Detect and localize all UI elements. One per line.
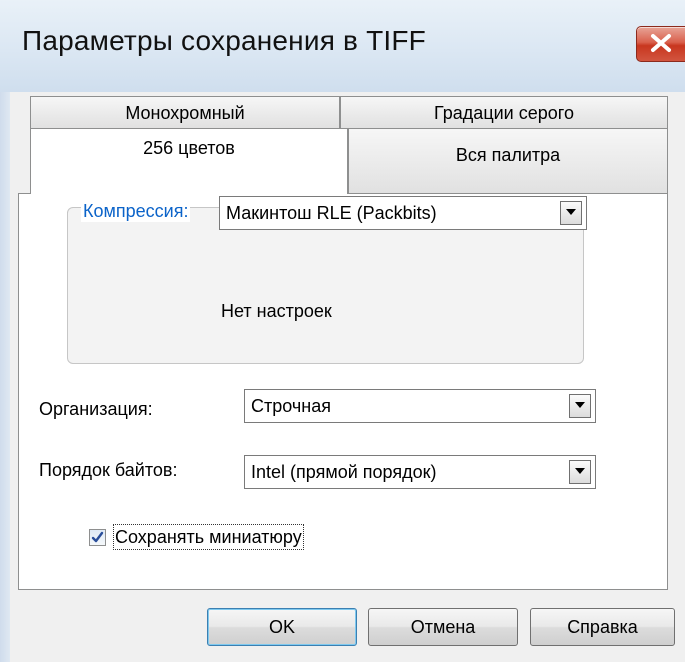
tab-monochrome[interactable]: Монохромный [30,96,340,128]
organization-label: Организация: [39,399,153,419]
byte-order-label: Порядок байтов: [39,460,178,480]
byte-order-value: Intel (прямой порядок) [251,462,437,482]
help-button[interactable]: Справка [530,608,675,646]
tab-full-palette[interactable]: Вся палитра [348,128,668,193]
tab-panel: Нет настроек Компрессия: Макинтош RLE (P… [18,193,668,590]
organization-select[interactable]: Строчная [244,389,596,423]
byte-order-dropdown-button[interactable] [569,460,591,484]
chevron-down-icon [566,209,576,215]
cancel-button[interactable]: Отмена [368,608,518,646]
close-button[interactable] [636,26,685,62]
organization-value: Строчная [251,396,331,416]
tab-grayscale[interactable]: Градации серого [340,96,668,128]
compression-info: Нет настроек [221,301,332,321]
close-icon [651,34,671,52]
compression-dropdown-button[interactable] [560,201,582,225]
byte-order-select[interactable]: Intel (прямой порядок) [244,455,596,489]
checkmark-icon [91,531,104,543]
compression-label: Компрессия: [81,201,191,222]
compression-group: Нет настроек [67,207,584,364]
save-thumbnail-label[interactable]: Сохранять миниатюру [113,524,304,550]
compression-value: Макинтош RLE (Packbits) [226,203,437,223]
title-bar: Параметры сохранения в TIFF [0,0,685,93]
chevron-down-icon [575,402,585,408]
chevron-down-icon [575,468,585,474]
tab-256-colors[interactable]: 256 цветов [30,128,348,194]
organization-dropdown-button[interactable] [569,394,591,418]
compression-select[interactable]: Макинтош RLE (Packbits) [219,196,587,230]
window-border [0,92,10,662]
ok-button[interactable]: OK [207,608,357,646]
save-thumbnail-checkbox[interactable] [89,529,106,546]
window-title: Параметры сохранения в TIFF [22,25,426,56]
